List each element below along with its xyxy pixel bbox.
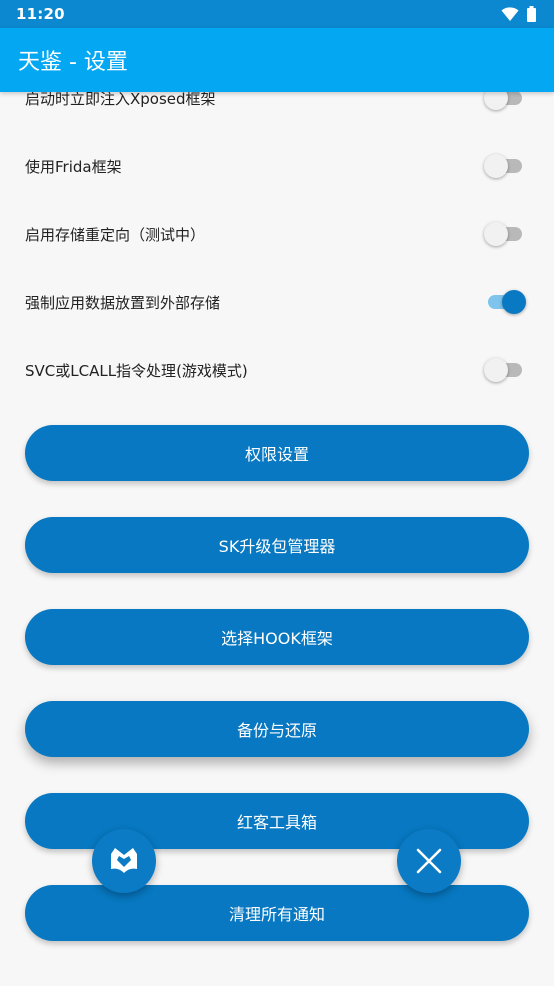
clear-notifications-button[interactable]: 清理所有通知 — [25, 885, 529, 941]
toggle-switch[interactable] — [484, 290, 528, 314]
battery-icon — [527, 6, 536, 22]
backup-restore-button[interactable]: 备份与还原 — [25, 701, 529, 757]
app-bar: 天鉴 - 设置 — [0, 28, 554, 92]
setting-row-frida[interactable]: 使用Frida框架 — [0, 132, 554, 200]
floating-close-button[interactable] — [397, 829, 461, 893]
status-time: 11:20 — [16, 5, 65, 23]
setting-label: SVC或LCALL指令处理(游戏模式) — [25, 361, 248, 380]
page-title: 天鉴 - 设置 — [18, 50, 128, 75]
status-icons — [501, 6, 536, 22]
setting-label: 启用存储重定向（测试中） — [25, 225, 206, 244]
setting-row-storage-redirect[interactable]: 启用存储重定向（测试中） — [0, 200, 554, 268]
book-fox-icon — [111, 848, 137, 873]
sk-upgrade-manager-button[interactable]: SK升级包管理器 — [25, 517, 529, 573]
setting-row-external-storage[interactable]: 强制应用数据放置到外部存储 — [0, 268, 554, 336]
permission-settings-button[interactable]: 权限设置 — [25, 425, 529, 481]
setting-label: 强制应用数据放置到外部存储 — [25, 293, 221, 312]
settings-list: 启动时立即注入Xposed框架 使用Frida框架 启用存储重定向（测试中） 强… — [0, 64, 554, 404]
select-hook-framework-button[interactable]: 选择HOOK框架 — [25, 609, 529, 665]
settings-screen: 11:20 天鉴 - 设置 启动时立即注入Xposed框架 使用Frida框架 … — [0, 0, 554, 986]
status-bar: 11:20 — [0, 0, 554, 28]
close-icon — [416, 848, 442, 874]
wifi-icon — [501, 6, 519, 21]
toggle-switch[interactable] — [484, 154, 528, 178]
toggle-switch[interactable] — [484, 358, 528, 382]
floating-book-button[interactable] — [92, 829, 156, 893]
toggle-switch[interactable] — [484, 222, 528, 246]
setting-label: 使用Frida框架 — [25, 157, 122, 176]
setting-row-svc-lcall[interactable]: SVC或LCALL指令处理(游戏模式) — [0, 336, 554, 404]
